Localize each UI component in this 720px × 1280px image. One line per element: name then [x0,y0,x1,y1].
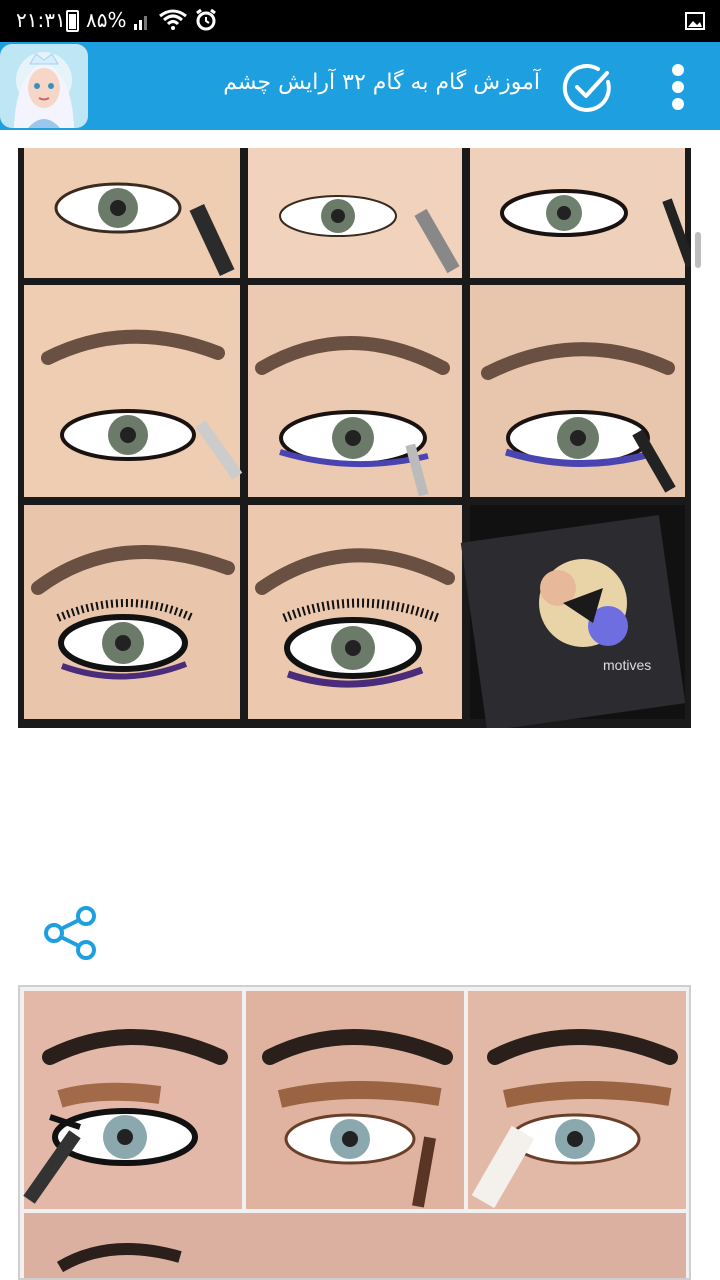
menu-dot-icon [672,64,684,76]
page-title: آموزش گام به گام ۳۲ آرایش چشم [223,70,540,95]
check-circle-icon [562,63,611,112]
eye-makeup-grid: motives [18,148,691,728]
status-time: ۲۱:۳۱ [16,8,66,32]
battery-icon [66,10,79,32]
alarm-icon [196,8,216,31]
eye-makeup-grid-2 [20,987,689,1278]
signal-icon [134,16,147,30]
gallery-icon [685,12,705,30]
menu-dot-icon [672,98,684,110]
eye-makeup-steps-image-2[interactable] [18,985,691,1280]
palette-brand-label: motives [603,657,651,673]
check-circle-button[interactable] [560,60,616,116]
scrollbar-thumb[interactable] [695,232,701,268]
wifi-icon [159,9,187,30]
menu-dot-icon [672,81,684,93]
share-button[interactable] [42,904,100,962]
share-icon [44,906,96,960]
overflow-menu-button[interactable] [664,62,692,112]
status-bar: ۲۱:۳۱ ۸۵% [0,0,720,42]
app-bar: آموزش گام به گام ۳۲ آرایش چشم [0,42,720,130]
eye-makeup-steps-image[interactable]: motives [18,148,691,728]
battery-level: ۸۵% [86,8,127,32]
princess-avatar-icon[interactable] [0,44,88,128]
